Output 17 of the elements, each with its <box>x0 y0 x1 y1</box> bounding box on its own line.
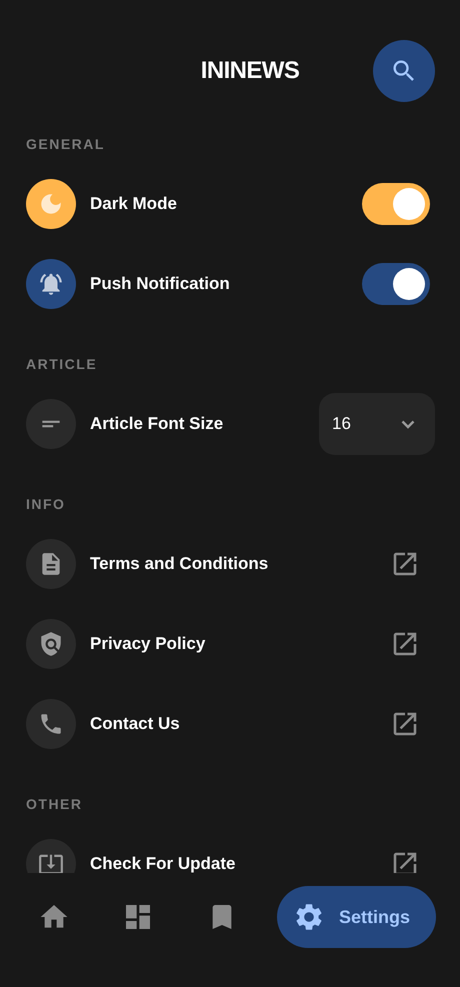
toggle-switch[interactable] <box>362 263 430 305</box>
section-header: ARTICLE <box>26 356 98 372</box>
setting-label: Push Notification <box>90 273 230 296</box>
toggle-switch[interactable] <box>362 183 430 225</box>
setting-label: Privacy Policy <box>90 633 206 656</box>
setting-label: Dark Mode <box>90 193 177 216</box>
setting-label: Article Font Size <box>90 413 224 436</box>
app-title: ININEWS <box>200 56 300 86</box>
section-header: OTHER <box>26 796 84 812</box>
nav-tab[interactable]: Settings <box>276 886 436 948</box>
setting-label: Terms and Conditions <box>90 553 268 576</box>
chevron-down-icon <box>401 420 415 428</box>
section-header: INFO <box>26 496 66 512</box>
font-size-dropdown[interactable]: 16 <box>319 393 435 455</box>
setting-label: Contact Us <box>90 713 180 736</box>
section-header: GENERAL <box>26 136 106 152</box>
setting-label: Check For Update <box>90 853 236 873</box>
